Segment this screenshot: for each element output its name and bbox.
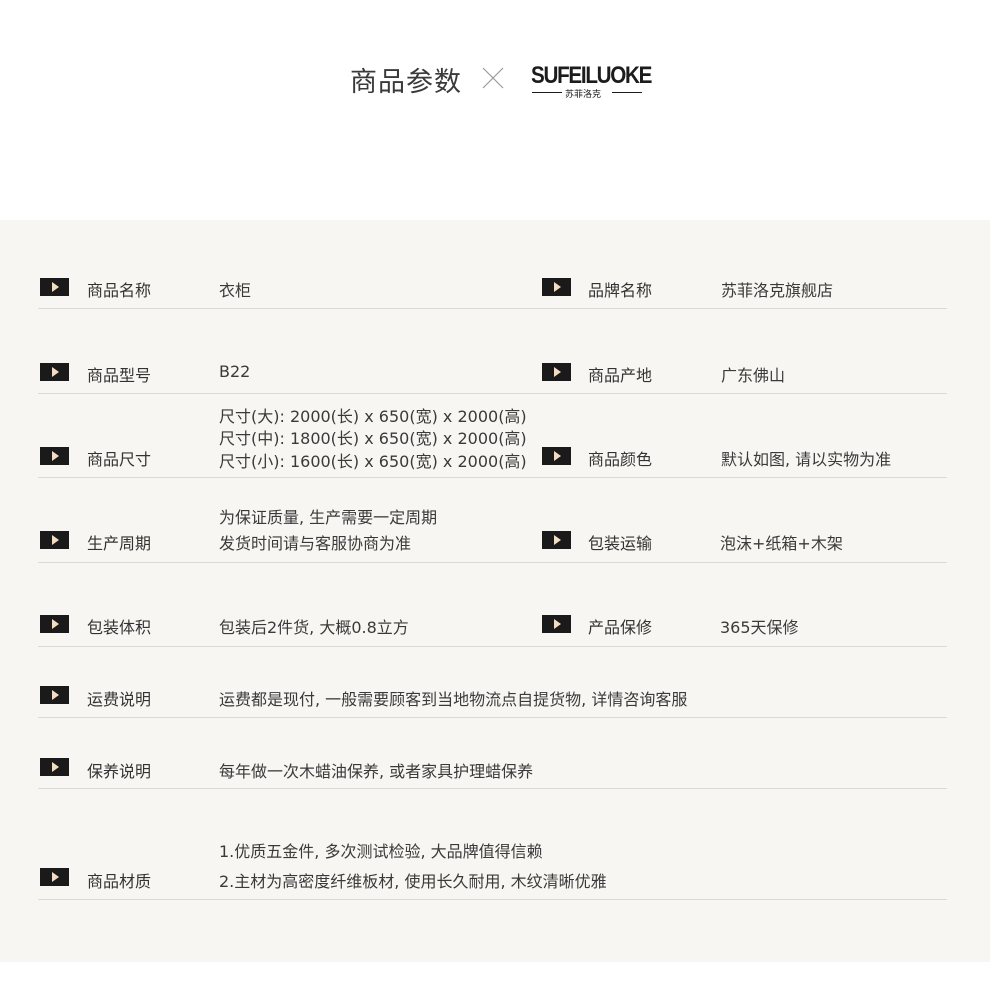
row-marker-icon [40,615,69,633]
label-package-volume: 包装体积 [87,618,152,637]
value-size-medium: 尺寸(中): 1800(长) x 650(宽) x 2000(高) [219,429,527,448]
row-marker-icon [40,447,69,465]
brand-logo: SUFEILUOKE 苏菲洛克 [531,62,652,100]
label-care: 保养说明 [87,762,152,781]
page-footer-space [0,962,990,990]
label-model: 商品型号 [87,366,152,385]
logo-rule-right [612,92,642,93]
row-divider [38,393,947,394]
label-production-cycle: 生产周期 [87,534,152,553]
label-size: 商品尺寸 [87,450,152,469]
row-divider [38,899,947,900]
label-shipping: 运费说明 [87,690,152,709]
value-shipping: 运费都是现付, 一般需要顾客到当地物流点自提货物, 详情咨询客服 [219,690,688,709]
row-marker-icon [40,868,69,886]
value-model: B22 [219,362,251,381]
value-brand-name: 苏菲洛克旗舰店 [721,281,834,300]
row-marker-icon [542,278,571,296]
label-product-name: 商品名称 [87,281,152,300]
cross-icon [482,67,504,89]
value-size-large: 尺寸(大): 2000(长) x 650(宽) x 2000(高) [219,407,527,426]
logo-rule-left [532,92,562,93]
value-care: 每年做一次木蜡油保养, 或者家具护理蜡保养 [219,762,534,781]
value-packaging: 泡沫+纸箱+木架 [720,534,843,553]
row-marker-icon [542,615,571,633]
value-production-cycle-line-2: 发货时间请与客服协商为准 [219,534,412,553]
row-divider [38,562,947,563]
row-marker-icon [40,531,69,549]
row-marker-icon [40,278,69,296]
value-color: 默认如图, 请以实物为准 [721,450,892,469]
value-product-name: 衣柜 [219,281,252,300]
label-packaging: 包装运输 [588,534,653,553]
page-header: 商品参数 SUFEILUOKE 苏菲洛克 [0,0,990,220]
page-title: 商品参数 [350,67,462,98]
row-marker-icon [40,686,69,704]
row-marker-icon [40,363,69,381]
row-divider [38,788,947,789]
row-divider [38,308,947,309]
row-divider [38,477,947,478]
label-color: 商品颜色 [588,450,653,469]
row-marker-icon [40,758,69,776]
row-marker-icon [542,363,571,381]
label-brand-name: 品牌名称 [588,281,653,300]
label-warranty: 产品保修 [588,618,653,637]
row-marker-icon [542,447,571,465]
value-origin: 广东佛山 [721,366,786,385]
value-warranty: 365天保修 [720,618,799,637]
row-divider [38,717,947,718]
value-production-cycle-line-1: 为保证质量, 生产需要一定周期 [219,508,438,527]
row-marker-icon [542,531,571,549]
label-origin: 商品产地 [588,366,653,385]
brand-logo-subtitle: 苏菲洛克 [565,90,602,100]
value-package-volume: 包装后2件货, 大概0.8立方 [219,618,409,637]
value-size-small: 尺寸(小): 1600(长) x 650(宽) x 2000(高) [219,452,527,471]
row-divider [38,646,947,647]
value-material-line-2: 2.主材为高密度纤维板材, 使用长久耐用, 木纹清晰优雅 [219,872,607,891]
label-material: 商品材质 [87,872,152,891]
value-material-line-1: 1.优质五金件, 多次测试检验, 大品牌值得信赖 [219,842,543,861]
brand-logo-wordmark: SUFEILUOKE [531,62,652,89]
